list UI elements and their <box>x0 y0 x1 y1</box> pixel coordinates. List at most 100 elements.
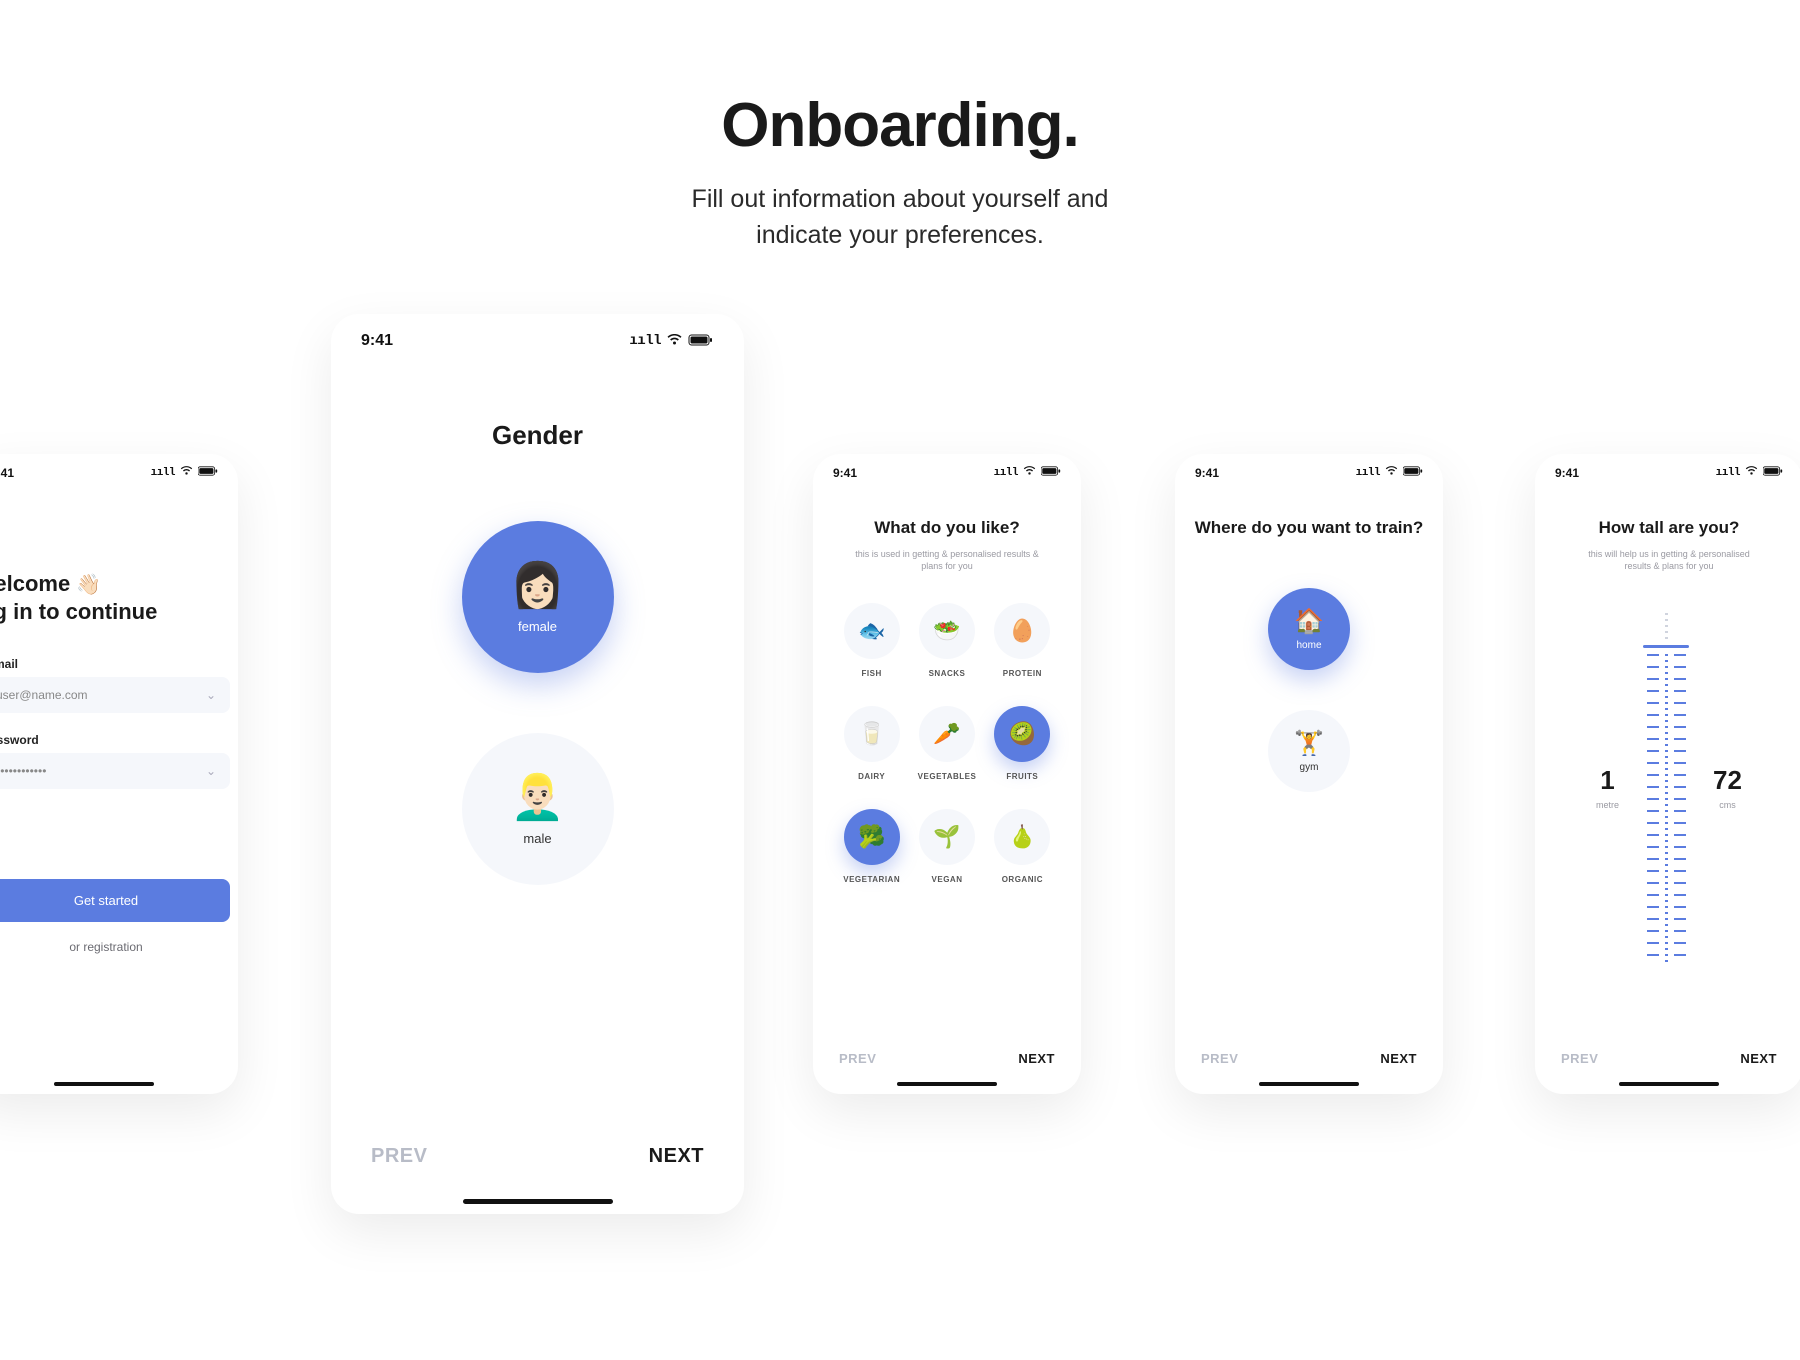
height-cms-display: 72 cms <box>1713 765 1742 810</box>
train-option-gym[interactable]: 🏋️ gym <box>1268 710 1350 792</box>
like-item-vegetarian[interactable]: 🥦 VEGETARIAN <box>839 809 904 884</box>
like-circle-icon: 🥝 <box>994 706 1050 762</box>
page-subtitle: Fill out information about yourself and … <box>0 181 1800 254</box>
status-icons: ııll <box>1716 466 1783 479</box>
next-button[interactable]: NEXT <box>649 1145 704 1168</box>
male-emoji-icon: 👱🏻‍♂️ <box>510 771 565 823</box>
status-time: 9:41 <box>1195 466 1219 480</box>
train-label: gym <box>1300 762 1319 773</box>
password-label: Password <box>0 733 230 747</box>
home-indicator <box>1619 1082 1719 1086</box>
screen-gender: 9:41 ııll Gender 👩🏻 female 👱🏻‍♂️ male <box>331 314 744 1214</box>
like-circle-icon: 🥛 <box>844 706 900 762</box>
like-circle-icon: 🥦 <box>844 809 900 865</box>
ruler-indicator <box>1643 645 1689 648</box>
like-label: ORGANIC <box>1002 875 1043 884</box>
battery-icon <box>1041 466 1061 479</box>
signal-icon: ııll <box>994 467 1018 479</box>
status-bar: 9:41 ııll <box>331 314 744 350</box>
screen-height: 9:41 ııll How tall are you? this will he… <box>1535 454 1800 1094</box>
page-title: Onboarding. <box>0 90 1800 161</box>
gender-label: female <box>518 619 557 634</box>
like-item-vegan[interactable]: 🌱 VEGAN <box>914 809 979 884</box>
status-time: 9:41 <box>1555 466 1579 480</box>
battery-icon <box>688 333 714 349</box>
status-time: 9:41 <box>833 466 857 480</box>
battery-icon <box>198 466 218 479</box>
ruler-scale <box>1665 654 1668 963</box>
like-label: VEGETABLES <box>918 772 977 781</box>
like-circle-icon: 🌱 <box>919 809 975 865</box>
like-label: VEGETARIAN <box>843 875 900 884</box>
cms-label: cms <box>1713 800 1742 810</box>
like-label: VEGAN <box>932 875 963 884</box>
like-item-snacks[interactable]: 🥗 SNACKS <box>914 603 979 678</box>
wifi-icon <box>180 466 193 479</box>
gender-option-male[interactable]: 👱🏻‍♂️ male <box>462 733 614 885</box>
battery-icon <box>1763 466 1783 479</box>
gender-label: male <box>523 831 551 846</box>
status-time: 9:41 <box>361 332 393 350</box>
like-circle-icon: 🥗 <box>919 603 975 659</box>
like-circle-icon: 🥚 <box>994 603 1050 659</box>
status-time: 9:41 <box>0 466 14 480</box>
login-heading: Welcome 👋🏻 log in to continue <box>0 570 238 627</box>
like-item-fish[interactable]: 🐟 FISH <box>839 603 904 678</box>
metre-value: 1 <box>1596 765 1619 796</box>
next-button[interactable]: NEXT <box>1740 1051 1777 1066</box>
height-subtitle: this will help us in getting & personali… <box>1535 548 1800 573</box>
train-label: home <box>1296 640 1321 651</box>
next-button[interactable]: NEXT <box>1018 1051 1055 1066</box>
status-icons: ııll <box>1356 466 1423 479</box>
like-item-fruits[interactable]: 🥝 FRUITS <box>990 706 1055 781</box>
prev-button[interactable]: PREV <box>371 1145 427 1168</box>
train-title: Where do you want to train? <box>1175 518 1443 538</box>
signal-icon: ııll <box>629 333 661 349</box>
like-circle-icon: 🐟 <box>844 603 900 659</box>
status-bar: 9:41 ııll <box>0 454 238 480</box>
like-label: PROTEIN <box>1003 669 1042 678</box>
prev-button[interactable]: PREV <box>1201 1051 1238 1066</box>
or-registration-link[interactable]: or registration <box>0 940 238 954</box>
like-item-dairy[interactable]: 🥛 DAIRY <box>839 706 904 781</box>
home-indicator <box>463 1199 613 1204</box>
screen-train: 9:41 ııll Where do you want to train? 🏠 … <box>1175 454 1443 1094</box>
gender-option-female[interactable]: 👩🏻 female <box>462 521 614 673</box>
email-field[interactable]: user@name.com ⌄ <box>0 677 230 713</box>
status-bar: 9:41 ııll <box>1175 454 1443 480</box>
prev-button[interactable]: PREV <box>1561 1051 1598 1066</box>
wifi-icon <box>1023 466 1036 479</box>
home-indicator <box>897 1082 997 1086</box>
home-indicator <box>54 1082 154 1086</box>
like-item-protein[interactable]: 🥚 PROTEIN <box>990 603 1055 678</box>
like-item-vegetables[interactable]: 🥕 VEGETABLES <box>914 706 979 781</box>
height-ruler-slider[interactable] <box>1643 613 1689 963</box>
like-label: DAIRY <box>858 772 885 781</box>
train-option-home[interactable]: 🏠 home <box>1268 588 1350 670</box>
email-label: E-mail <box>0 657 230 671</box>
likes-subtitle: this is used in getting & personalised r… <box>813 548 1081 573</box>
cms-value: 72 <box>1713 765 1742 796</box>
like-label: FISH <box>862 669 882 678</box>
password-field[interactable]: •••••••••••• ⌄ <box>0 753 230 789</box>
like-item-organic[interactable]: 🍐 ORGANIC <box>990 809 1055 884</box>
next-button[interactable]: NEXT <box>1380 1051 1417 1066</box>
signal-icon: ııll <box>151 467 175 479</box>
screen-login: 9:41 ııll Welcome 👋🏻 log in to continue … <box>0 454 238 1094</box>
status-bar: 9:41 ııll <box>813 454 1081 480</box>
email-placeholder: user@name.com <box>0 688 88 702</box>
prev-button[interactable]: PREV <box>839 1051 876 1066</box>
like-circle-icon: 🍐 <box>994 809 1050 865</box>
like-circle-icon: 🥕 <box>919 706 975 762</box>
screen-likes: 9:41 ııll What do you like? this is used… <box>813 454 1081 1094</box>
wave-icon: 👋🏻 <box>76 574 101 596</box>
signal-icon: ııll <box>1356 467 1380 479</box>
status-bar: 9:41 ııll <box>1535 454 1800 480</box>
home-emoji-icon: 🏠 <box>1294 607 1324 636</box>
like-label: FRUITS <box>1006 772 1038 781</box>
wifi-icon <box>1385 466 1398 479</box>
like-label: SNACKS <box>929 669 966 678</box>
get-started-button[interactable]: Get started <box>0 879 230 922</box>
likes-grid: 🐟 FISH 🥗 SNACKS 🥚 PROTEIN 🥛 DAIRY 🥕 VEGETABLES 🥝 FR… <box>813 603 1081 884</box>
password-value: •••••••••••• <box>0 764 46 778</box>
